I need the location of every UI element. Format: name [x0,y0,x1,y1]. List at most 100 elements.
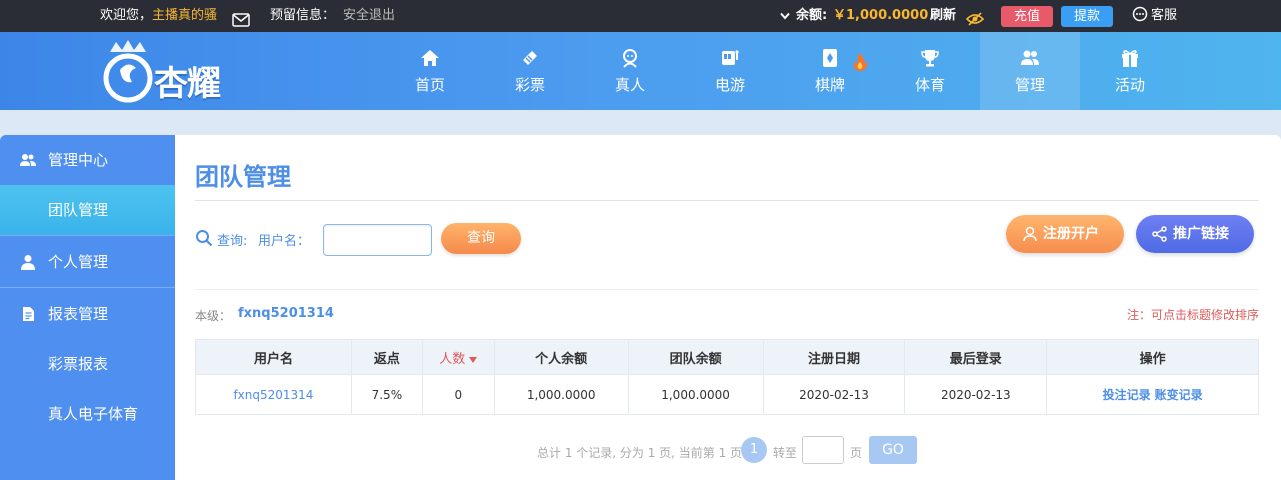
go-button[interactable]: GO [869,436,917,464]
sidebar-item-label: 真人电子体育 [48,405,139,423]
sidebar-item-live-electronic-sports[interactable]: 真人电子体育 [0,389,175,439]
row-rebate: 7.5% [350,374,423,415]
main-header: 杏耀 首页 彩票 真人 电游 棋牌 体育 管理 活动 [0,32,1281,110]
table-header-row: 用户名 返点 人数 个人余额 团队余额 注册日期 最后登录 操作 [195,339,1259,375]
sidebar-item-label: 管理中心 [48,151,109,169]
sidebar-divider [0,235,175,236]
refresh-link[interactable]: 刷新 [930,0,956,32]
row-team-balance: 1,000.0000 [627,374,764,415]
username-label: 用户名： [258,234,311,249]
register-account-button[interactable]: 注册开户 [1006,215,1124,253]
page-unit-label: 页 [850,446,863,460]
bet-records-link[interactable]: 投注记录 [1103,388,1151,402]
username-link[interactable]: 主播真的骚 [152,8,217,23]
nav-live[interactable]: 真人 [580,32,680,110]
service-label: 客服 [1151,8,1178,23]
pagination-summary: 总计 1 个记录, 分为 1 页, 当前第 1 页 [537,446,743,460]
column-header-username[interactable]: 用户名 [195,339,352,375]
sidebar-item-lottery-report[interactable]: 彩票报表 [0,339,175,389]
nav-manage[interactable]: 管理 [980,32,1080,110]
site-logo[interactable]: 杏耀 [100,38,250,104]
column-header-register-date[interactable]: 注册日期 [762,339,906,375]
column-header-rebate[interactable]: 返点 [350,339,423,375]
nav-label: 管理 [1014,76,1045,94]
search-label: 查询: [217,234,248,249]
account-changes-link[interactable]: 账变记录 [1155,388,1203,402]
column-header-label: 人数 [439,351,466,367]
chat-icon [1132,6,1148,22]
column-header-last-login[interactable]: 最后登录 [904,339,1048,375]
row-personal-balance: 1,000.0000 [493,374,629,415]
column-header-team-balance[interactable]: 团队余额 [627,339,764,375]
sidebar-item-team-management[interactable]: 团队管理 [0,185,175,235]
top-bar: 欢迎您，主播真的骚 预留信息： 安全退出 余额: ￥1,000.0000 刷新 … [0,0,1281,32]
nav-sports[interactable]: 体育 [880,32,980,110]
sidebar-divider [0,287,175,288]
column-header-actions: 操作 [1046,339,1259,375]
column-header-personal-balance[interactable]: 个人余额 [493,339,629,375]
nav-label: 活动 [1114,76,1145,94]
main-panel: 团队管理 查询: 用户名： 查询 注册开户 推广链接 本级： fxnq52013… [175,135,1281,480]
sidebar-item-report-management[interactable]: 报表管理 [0,289,175,339]
mail-icon[interactable] [232,8,250,27]
nav-cards[interactable]: 棋牌 [780,32,880,110]
row-actions: 投注记录 账变记录 [1046,374,1259,415]
customer-service-link[interactable]: 客服 [1132,0,1177,32]
recharge-button[interactable]: 充值 [1001,6,1053,27]
cards-icon [823,49,837,67]
balance-label: 余额: [796,8,828,23]
welcome-prefix: 欢迎您， [100,8,153,23]
search-icon [196,230,213,247]
goto-label: 转至 [773,446,798,460]
share-icon [1152,226,1167,242]
lottery-icon [523,51,537,65]
sidebar-item-label: 个人管理 [48,253,109,271]
query-button[interactable]: 查询 [441,223,521,254]
nav-home[interactable]: 首页 [380,32,480,110]
column-header-count[interactable]: 人数 [421,339,495,375]
title-divider [195,200,1259,201]
nav-label: 电游 [714,76,745,94]
nav-promotions[interactable]: 活动 [1080,32,1180,110]
add-user-icon [1023,226,1037,242]
nav-label: 棋牌 [814,76,845,94]
balance-value: ￥1,000.0000 [833,8,929,23]
gift-icon [1122,50,1138,67]
current-page-button[interactable]: 1 [741,437,767,463]
nav-label: 真人 [614,76,645,94]
group-icon [20,154,36,166]
user-icon [21,255,35,270]
withdraw-button[interactable]: 提款 [1061,6,1113,27]
sidebar-item-label: 彩票报表 [48,355,109,373]
home-icon [421,50,439,66]
nav-slots[interactable]: 电游 [680,32,780,110]
page-title: 团队管理 [195,163,291,191]
eye-hidden-icon[interactable] [965,8,985,26]
sort-down-icon [469,356,478,363]
slot-machine-icon [722,50,739,65]
logo-text: 杏耀 [154,64,221,104]
nav-label: 体育 [914,76,945,94]
goto-page-input[interactable] [802,436,844,464]
sidebar-item-management-center[interactable]: 管理中心 [0,135,175,185]
nav-lottery[interactable]: 彩票 [480,32,580,110]
sidebar-item-label: 报表管理 [48,305,109,323]
trophy-icon [921,50,939,67]
register-button-label: 注册开户 [1043,226,1099,242]
level-label: 本级： [195,309,232,323]
row-count: 0 [421,374,495,415]
sort-note: 注：可点击标题修改排序 [1126,308,1259,322]
username-search-input[interactable] [323,224,432,256]
row-username-link[interactable]: fxnq5201314 [195,374,352,415]
promo-link-button[interactable]: 推广链接 [1136,215,1254,253]
users-icon [1021,50,1039,65]
table-row: fxnq5201314 7.5% 0 1,000.0000 1,000.0000… [195,374,1259,415]
hot-fire-icon [853,53,868,71]
reserve-info-label: 预留信息： [270,8,336,23]
logout-link[interactable]: 安全退出 [343,0,395,32]
sidebar-item-personal-management[interactable]: 个人管理 [0,237,175,287]
level-username-link[interactable]: fxnq5201314 [238,306,334,321]
row-last-login: 2020-02-13 [904,374,1048,415]
chevron-down-icon[interactable] [780,0,790,32]
nav-label: 彩票 [514,76,545,94]
